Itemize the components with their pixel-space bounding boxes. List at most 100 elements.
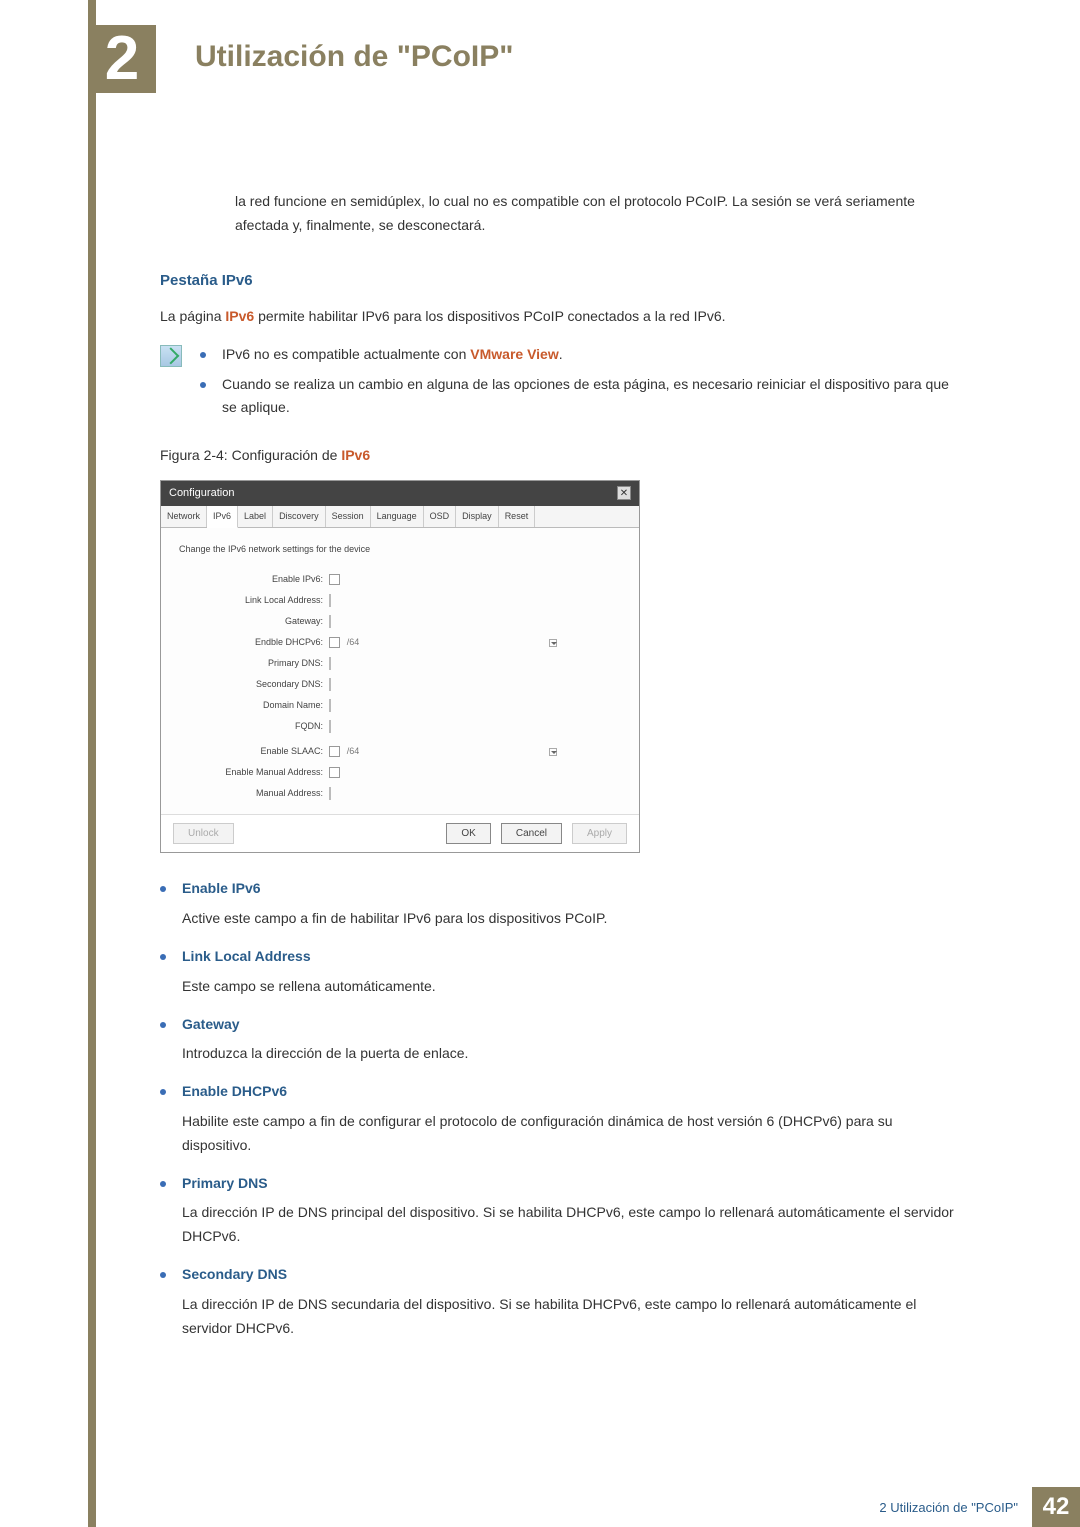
highlight-text: IPv6 [341,447,370,463]
chapter-title: Utilización de "PCoIP" [195,40,514,74]
tab-language[interactable]: Language [371,506,424,527]
def-item: Enable IPv6 [160,877,960,901]
window-title: Configuration [169,484,234,503]
field-label: Manual Address: [179,786,329,801]
tab-display[interactable]: Display [456,506,499,527]
input-fqdn[interactable] [329,720,331,733]
input-manual-address[interactable] [329,787,331,800]
checkbox-dhcpv6[interactable] [329,637,340,648]
chapter-number: 2 [105,28,139,90]
tab-reset[interactable]: Reset [499,506,536,527]
note-icon [160,345,182,367]
chapter-number-box: 2 [88,25,156,93]
window-description: Change the IPv6 network settings for the… [179,542,621,557]
window-titlebar: Configuration ✕ [161,481,639,506]
highlight-text: VMware View [470,346,558,362]
suffix-text: /64 [347,637,360,647]
bullet-icon [160,1022,166,1028]
input-primary-dns[interactable] [329,657,331,670]
text: . [559,346,563,362]
def-body: La dirección IP de DNS principal del dis… [182,1201,960,1249]
def-item: Primary DNS [160,1172,960,1196]
page-number: 42 [1032,1487,1080,1527]
row-enable-ipv6: Enable IPv6: [179,571,621,588]
page-footer: 2 Utilización de "PCoIP" 42 [0,1487,1080,1527]
row-dhcpv6: Endble DHCPv6: /64 [179,634,621,651]
text: permite habilitar IPv6 para los disposit… [254,308,725,324]
close-icon[interactable]: ✕ [617,486,631,500]
row-primary-dns: Primary DNS: [179,655,621,672]
field-label: Gateway: [179,614,329,629]
row-secondary-dns: Secondary DNS: [179,676,621,693]
field-label: Primary DNS: [179,656,329,671]
row-link-local: Link Local Address: [179,592,621,609]
footer-text: 2 Utilización de "PCoIP" [879,1500,1018,1515]
tab-osd[interactable]: OSD [424,506,457,527]
section-description: La página IPv6 permite habilitar IPv6 pa… [160,305,960,329]
def-body: Introduzca la dirección de la puerta de … [182,1042,960,1066]
note-text: IPv6 no es compatible actualmente con VM… [222,343,563,367]
field-label: Secondary DNS: [179,677,329,692]
window-body: Change the IPv6 network settings for the… [161,528,639,814]
input-secondary-dns[interactable] [329,678,331,691]
note-block: IPv6 no es compatible actualmente con VM… [160,343,960,426]
bullet-icon [200,352,206,358]
section-title: Pestaña IPv6 [160,268,960,294]
text: Cuando se realiza un cambio en alguna de… [222,376,949,416]
bullet-icon [160,886,166,892]
input-gateway[interactable] [329,615,331,628]
text: IPv6 no es compatible actualmente con [222,346,470,362]
def-item: Secondary DNS [160,1263,960,1287]
dropdown-icon[interactable] [549,639,557,647]
dropdown-icon[interactable] [549,748,557,756]
note-list: IPv6 no es compatible actualmente con VM… [200,343,960,426]
row-slaac: Enable SLAAC: /64 [179,743,621,760]
field-label: Domain Name: [179,698,329,713]
unlock-button[interactable]: Unlock [173,823,234,844]
tab-session[interactable]: Session [326,506,371,527]
cancel-button[interactable]: Cancel [501,823,562,844]
def-body: La dirección IP de DNS secundaria del di… [182,1293,960,1341]
tab-ipv6[interactable]: IPv6 [207,506,238,528]
bullet-icon [160,1089,166,1095]
input-link-local[interactable] [329,594,331,607]
def-title: Primary DNS [182,1172,268,1196]
tab-network[interactable]: Network [161,506,207,527]
bullet-icon [160,1272,166,1278]
figure-caption: Figura 2-4: Configuración de IPv6 [160,444,960,468]
def-title: Secondary DNS [182,1263,287,1287]
field-label: Enable Manual Address: [179,765,329,780]
def-item: Gateway [160,1013,960,1037]
def-body: Habilite este campo a fin de configurar … [182,1110,960,1158]
definition-list: Enable IPv6 Active este campo a fin de h… [160,877,960,1340]
row-manual-addr: Manual Address: [179,785,621,802]
note-item: IPv6 no es compatible actualmente con VM… [200,343,960,367]
highlight-text: IPv6 [225,308,254,324]
sidebar-accent [88,0,96,1527]
checkbox-enable-ipv6[interactable] [329,574,340,585]
field-label: Enable IPv6: [179,572,329,587]
note-item: Cuando se realiza un cambio en alguna de… [200,373,960,421]
text: La página [160,308,225,324]
tab-discovery[interactable]: Discovery [273,506,326,527]
row-fqdn: FQDN: [179,718,621,735]
field-label: FQDN: [179,719,329,734]
def-title: Gateway [182,1013,240,1037]
ok-button[interactable]: OK [446,823,490,844]
text: Figura 2-4: Configuración de [160,447,341,463]
def-item: Link Local Address [160,945,960,969]
def-title: Enable IPv6 [182,877,261,901]
def-title: Enable DHCPv6 [182,1080,287,1104]
suffix-text: /64 [347,746,360,756]
apply-button[interactable]: Apply [572,823,627,844]
checkbox-slaac[interactable] [329,746,340,757]
bullet-icon [160,1181,166,1187]
row-domain-name: Domain Name: [179,697,621,714]
field-label: Enable SLAAC: [179,744,329,759]
checkbox-manual-address[interactable] [329,767,340,778]
bullet-icon [160,954,166,960]
def-item: Enable DHCPv6 [160,1080,960,1104]
field-label: Endble DHCPv6: [179,635,329,650]
tab-label[interactable]: Label [238,506,273,527]
input-domain-name[interactable] [329,699,331,712]
